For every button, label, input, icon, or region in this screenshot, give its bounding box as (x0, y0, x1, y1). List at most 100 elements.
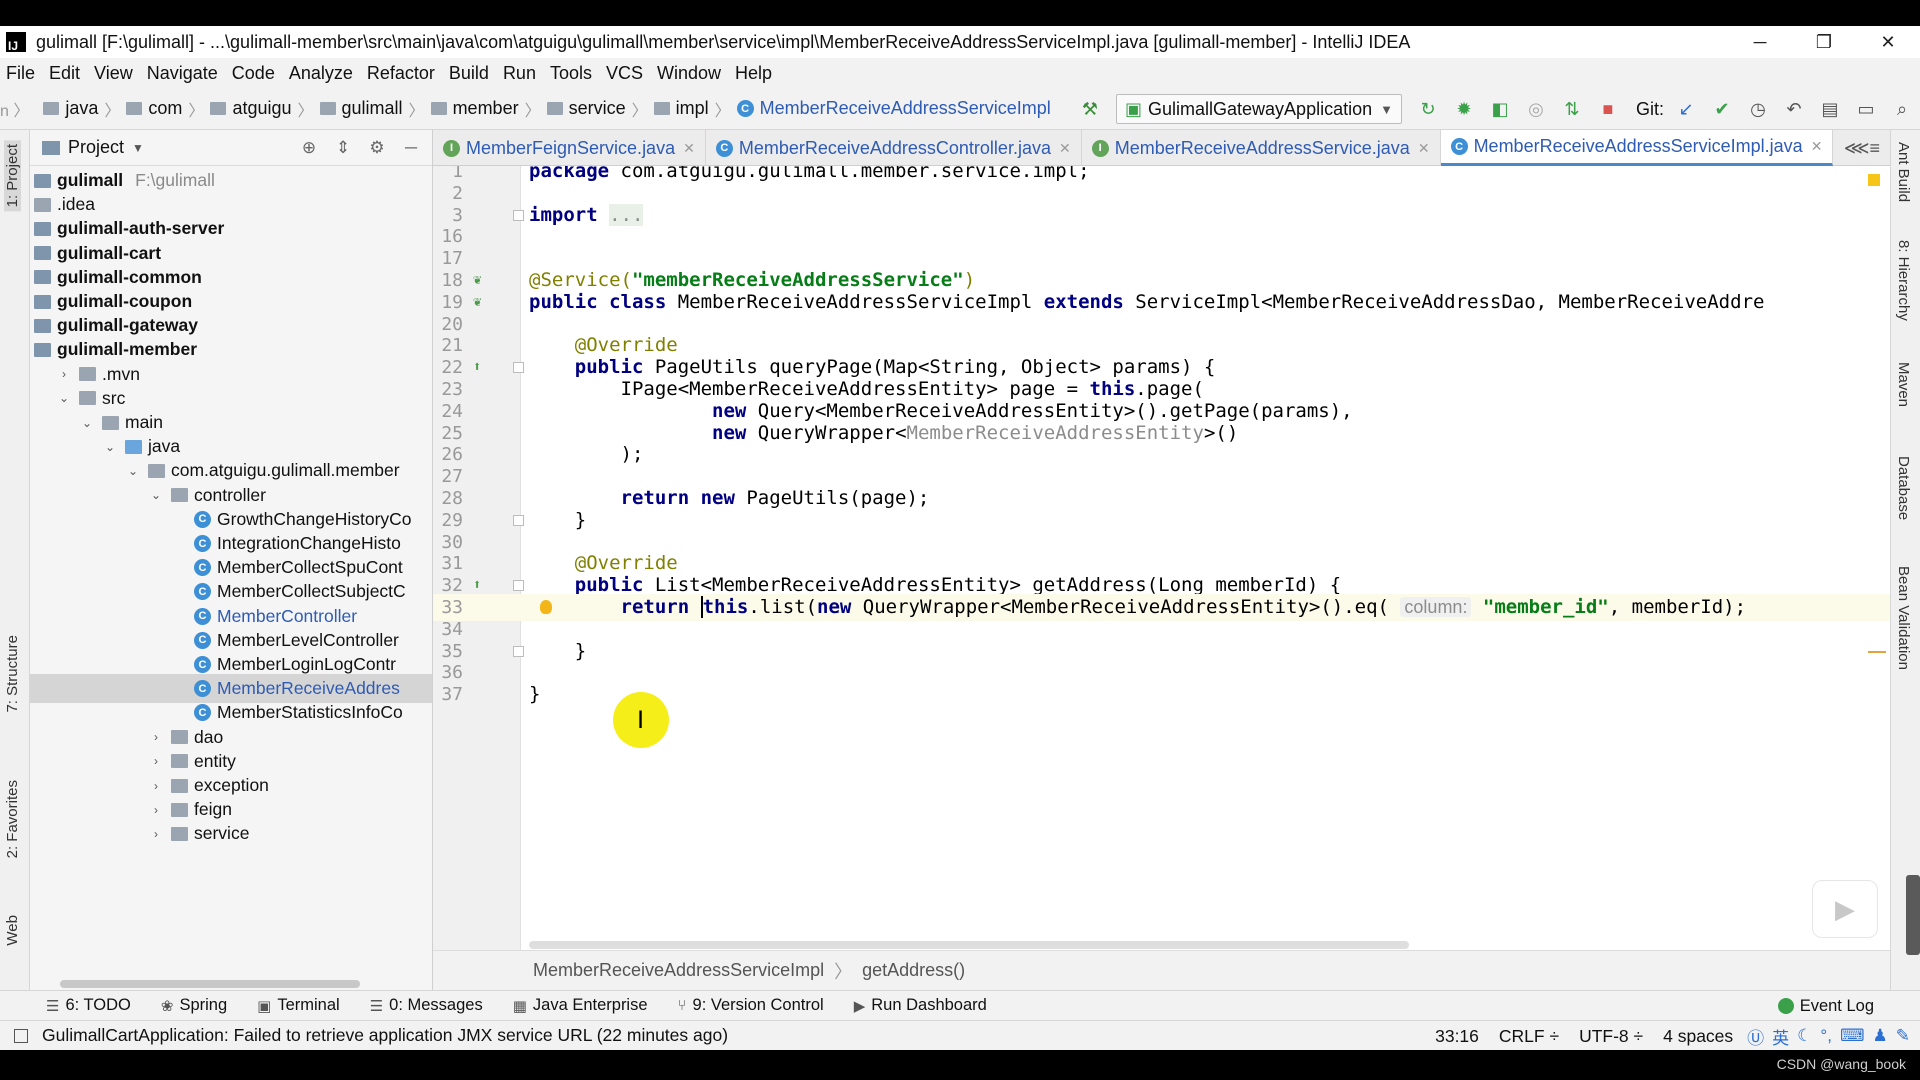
tool-window-button[interactable]: ☰ 6: TODO (46, 996, 131, 1015)
search-icon[interactable]: ⌕ (1887, 94, 1917, 124)
minimize-button[interactable]: ─ (1728, 26, 1792, 58)
chevron-down-icon[interactable]: ⌄ (103, 440, 117, 454)
chevron-down-icon[interactable]: ⌄ (126, 464, 140, 478)
breadcrumb-method[interactable]: getAddress() (862, 960, 965, 981)
vcs-commit-icon[interactable]: ✔ (1707, 94, 1737, 124)
close-icon[interactable]: ✕ (1811, 138, 1823, 155)
menu-analyze[interactable]: Analyze (289, 63, 353, 84)
presentation-icon[interactable]: ▭ (1851, 94, 1881, 124)
tab-member-receive-address-controller[interactable]: C MemberReceiveAddressController.java ✕ (706, 130, 1082, 166)
encoding-select[interactable]: UTF-8 ÷ (1579, 1026, 1643, 1047)
punctuation-icon[interactable]: °, (1820, 1026, 1832, 1046)
moon-icon[interactable]: ☾ (1797, 1026, 1812, 1046)
tree-item[interactable]: › service (30, 819, 432, 848)
ime-language[interactable]: 英 (1772, 1024, 1789, 1049)
tab-maven[interactable]: Maven (1895, 362, 1912, 407)
vcs-history-icon[interactable]: ◷ (1743, 94, 1773, 124)
menu-help[interactable]: Help (735, 63, 772, 84)
nav-crumb-member[interactable]: member 〉 (430, 97, 541, 121)
gear-icon[interactable]: ⚙ (364, 135, 390, 161)
restore-button[interactable]: ❐ (1792, 26, 1856, 58)
nav-crumb-java[interactable]: java 〉 (43, 97, 120, 121)
nav-crumb-atguigu[interactable]: atguigu 〉 (210, 97, 314, 121)
video-play-icon[interactable]: ▶ (1812, 880, 1878, 938)
menu-navigate[interactable]: Navigate (147, 63, 218, 84)
menu-window[interactable]: Window (657, 63, 721, 84)
fold-marker-icon[interactable] (513, 362, 524, 374)
wrench-icon[interactable]: ✎ (1896, 1026, 1910, 1046)
tab-favorites-tool[interactable]: 2: Favorites (4, 780, 21, 858)
nav-crumb-overflow[interactable]: n 〉 (0, 97, 37, 121)
chevron-right-icon[interactable]: › (149, 779, 163, 793)
debug-icon[interactable]: ✹ (1449, 94, 1479, 124)
collapse-all-icon[interactable]: ⇕ (330, 135, 356, 161)
menu-tools[interactable]: Tools (550, 63, 592, 84)
profile-icon[interactable]: ◎ (1521, 94, 1551, 124)
stop-icon[interactable]: ■ (1593, 94, 1623, 124)
nav-crumb-class[interactable]: C MemberReceiveAddressServiceImpl (736, 98, 1051, 119)
close-icon[interactable]: ✕ (1418, 140, 1430, 157)
menu-edit[interactable]: Edit (49, 63, 80, 84)
nav-crumb-gulimall[interactable]: gulimall 〉 (319, 97, 425, 121)
code-line[interactable]: 37} (433, 681, 1890, 708)
rerun-icon[interactable]: ↻ (1413, 94, 1443, 124)
tool-window-button[interactable]: ⑂ 9: Version Control (678, 996, 824, 1015)
chevron-down-icon[interactable]: ▼ (132, 141, 144, 155)
fold-marker-icon[interactable] (513, 580, 524, 592)
tab-ant-build[interactable]: Ant Build (1895, 142, 1912, 202)
chevron-down-icon[interactable]: ⌄ (149, 488, 163, 502)
tab-web-tool[interactable]: Web (4, 915, 21, 946)
code-editor[interactable]: I ▶ 1 package com.atguigu.gulimall.member… (433, 166, 1890, 950)
fold-marker-icon[interactable] (513, 514, 524, 526)
tab-database[interactable]: Database (1895, 456, 1912, 520)
caret-position[interactable]: 33:16 (1435, 1026, 1479, 1047)
chevron-right-icon[interactable]: › (149, 754, 163, 768)
tool-window-button[interactable]: ▶ Run Dashboard (854, 996, 987, 1015)
menu-file[interactable]: File (6, 63, 35, 84)
tab-hierarchy[interactable]: 8: Hierarchy (1895, 240, 1912, 321)
indent-select[interactable]: 4 spaces (1663, 1026, 1733, 1047)
chevron-down-icon[interactable]: ⌄ (80, 416, 94, 430)
menu-view[interactable]: View (94, 63, 133, 84)
tab-project-tool[interactable]: 1: Project (4, 140, 21, 212)
tab-member-receive-address-service[interactable]: I MemberReceiveAddressService.java ✕ (1082, 130, 1441, 166)
nav-crumb-com[interactable]: com 〉 (126, 97, 204, 121)
close-icon[interactable]: ✕ (1059, 140, 1071, 157)
vcs-rollback-icon[interactable]: ↶ (1779, 94, 1809, 124)
keyboard-icon[interactable]: ⌨ (1840, 1026, 1865, 1046)
chevron-down-icon[interactable]: ⌄ (57, 391, 71, 405)
editor-horizontal-scrollbar[interactable] (529, 941, 1409, 949)
line-separator-select[interactable]: CRLF ÷ (1499, 1026, 1559, 1047)
attach-debugger-icon[interactable]: ⇅ (1557, 94, 1587, 124)
menu-build[interactable]: Build (449, 63, 489, 84)
menu-refactor[interactable]: Refactor (367, 63, 435, 84)
tab-member-receive-address-service-impl[interactable]: C MemberReceiveAddressServiceImpl.java ✕ (1440, 130, 1834, 166)
locate-file-icon[interactable]: ⊕ (296, 135, 322, 161)
event-log-button[interactable]: Event Log (1777, 991, 1874, 1021)
menu-code[interactable]: Code (232, 63, 275, 84)
fold-marker-icon[interactable] (513, 645, 524, 657)
chevron-right-icon[interactable]: › (149, 827, 163, 841)
project-structure-icon[interactable]: ▤ (1815, 94, 1845, 124)
status-toggle-icon[interactable] (14, 1028, 28, 1043)
close-icon[interactable]: ✕ (683, 140, 695, 157)
build-hammer-icon[interactable]: ⚒ (1075, 94, 1105, 124)
tool-window-button[interactable]: ❀ Spring (161, 996, 227, 1015)
project-horizontal-scrollbar[interactable] (60, 980, 360, 988)
menu-run[interactable]: Run (503, 63, 536, 84)
lightbulb-icon[interactable] (540, 600, 552, 614)
nav-crumb-impl[interactable]: impl 〉 (653, 97, 731, 121)
tool-window-button[interactable]: ☰ 0: Messages (370, 996, 483, 1015)
menu-vcs[interactable]: VCS (606, 63, 643, 84)
tab-list-menu[interactable]: ⋘≡ (1834, 130, 1890, 166)
hide-panel-icon[interactable]: ─ (398, 135, 424, 161)
tool-window-button[interactable]: ▦ Java Enterprise (513, 996, 648, 1015)
project-view-select[interactable]: Project (68, 137, 124, 158)
vcs-update-icon[interactable]: ↙ (1671, 94, 1701, 124)
nav-crumb-service[interactable]: service 〉 (546, 97, 648, 121)
chevron-right-icon[interactable]: › (149, 803, 163, 817)
tab-bean-validation[interactable]: Bean Validation (1895, 566, 1912, 670)
close-button[interactable]: ✕ (1856, 26, 1920, 58)
right-scroll-thumb[interactable] (1906, 875, 1920, 955)
status-message[interactable]: GulimallCartApplication: Failed to retri… (42, 1025, 728, 1046)
